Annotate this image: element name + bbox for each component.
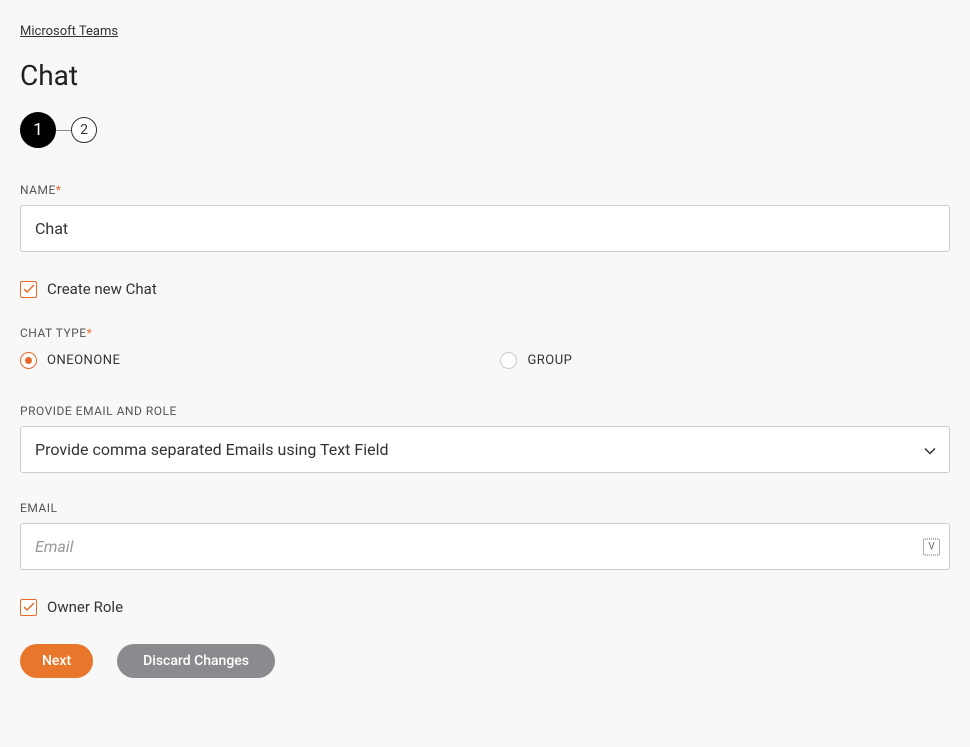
step-connector [56, 130, 71, 131]
radio-oneonone-label: ONEONONE [47, 353, 120, 368]
owner-role-row: Owner Role [20, 598, 950, 616]
step-2[interactable]: 2 [71, 117, 97, 143]
stepper: 1 2 [20, 112, 950, 148]
email-role-select[interactable]: Provide comma separated Emails using Tex… [20, 426, 950, 473]
required-mark: * [87, 326, 93, 340]
radio-group-label: GROUP [527, 353, 572, 368]
chat-type-radio-group: ONEONONE GROUP [20, 352, 950, 369]
chat-type-label: CHAT TYPE* [20, 326, 950, 340]
name-field-group: NAME* [20, 183, 950, 252]
chat-type-group: CHAT TYPE* [20, 326, 950, 340]
owner-role-checkbox[interactable] [20, 599, 37, 616]
button-row: Next Discard Changes [20, 644, 950, 678]
owner-role-label: Owner Role [47, 598, 123, 616]
page-title: Chat [20, 59, 950, 92]
email-field-group: EMAIL V [20, 501, 950, 570]
radio-oneonone-indicator [20, 352, 37, 369]
next-button[interactable]: Next [20, 644, 93, 678]
name-input[interactable] [20, 205, 950, 252]
email-label: EMAIL [20, 501, 950, 515]
step-1[interactable]: 1 [20, 112, 56, 148]
create-new-checkbox[interactable] [20, 281, 37, 298]
check-icon [23, 284, 35, 294]
radio-group-option[interactable]: GROUP [500, 352, 572, 369]
name-label: NAME* [20, 183, 950, 197]
email-role-label: PROVIDE EMAIL AND ROLE [20, 404, 950, 418]
email-role-group: PROVIDE EMAIL AND ROLE Provide comma sep… [20, 404, 950, 473]
radio-group-indicator [500, 352, 517, 369]
discard-button[interactable]: Discard Changes [117, 644, 275, 678]
check-icon [23, 602, 35, 612]
email-role-select-wrapper: Provide comma separated Emails using Tex… [20, 426, 950, 473]
create-new-row: Create new Chat [20, 280, 950, 298]
required-mark: * [56, 183, 62, 197]
radio-oneonone[interactable]: ONEONONE [20, 352, 120, 369]
email-input-wrapper: V [20, 523, 950, 570]
breadcrumb-link[interactable]: Microsoft Teams [20, 24, 118, 39]
create-new-label: Create new Chat [47, 280, 157, 298]
email-input[interactable] [20, 523, 950, 570]
